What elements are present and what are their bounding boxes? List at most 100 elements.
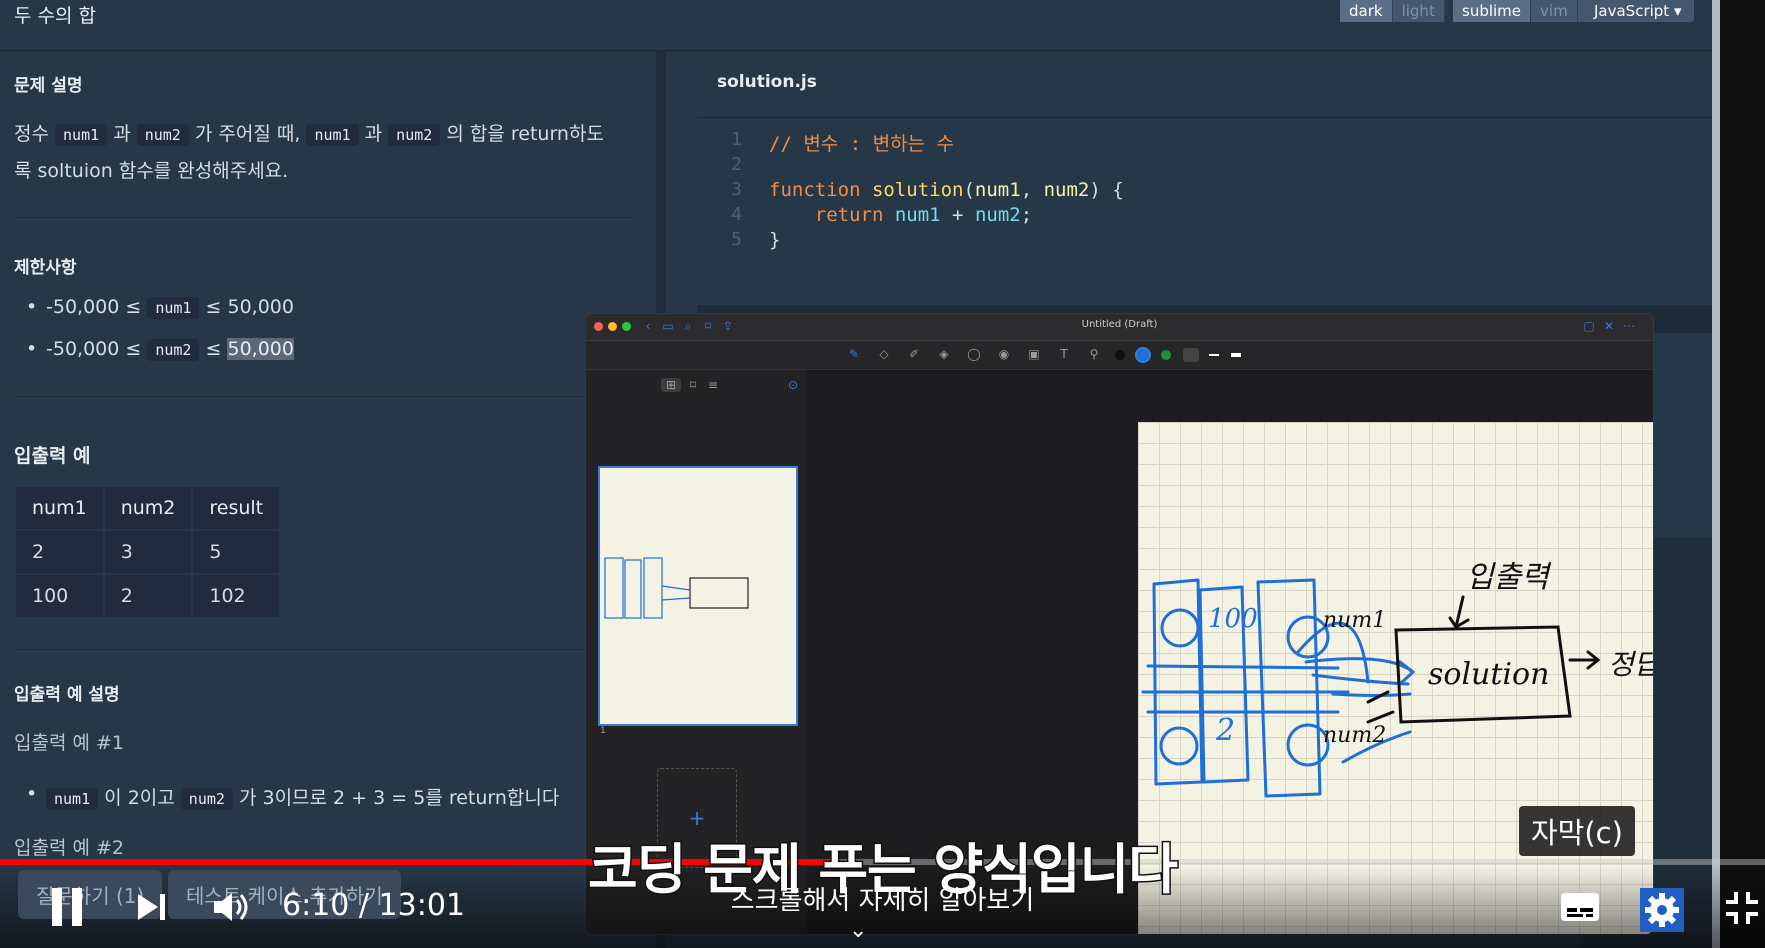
code-num1: num1 <box>306 124 359 146</box>
close-icon[interactable]: ✕ <box>1602 319 1616 333</box>
constraint-text: ≤ 50,000 <box>205 296 294 318</box>
constraint-item-2: • -50,000 ≤ num2 ≤ 50,000 <box>26 338 294 361</box>
language-select[interactable]: JavaScript ▾ <box>1582 0 1694 22</box>
constraints-heading: 제한사항 <box>14 258 77 278</box>
code-token: function <box>769 179 872 201</box>
scroll-hint[interactable]: 스크롤해서 자세히 알아보기 <box>0 880 1765 917</box>
constraint-text: -50,000 ≤ <box>46 338 142 360</box>
line-number: 5 <box>731 229 742 250</box>
code-num2: num2 <box>136 124 189 146</box>
code-line[interactable]: } <box>769 229 780 251</box>
io-table-header: num1 num2 result <box>14 485 282 531</box>
code-token: solution <box>871 179 964 201</box>
example-1-title: 입출력 예 #1 <box>14 732 125 754</box>
code-token: ; <box>1020 204 1033 226</box>
io-col-header: num2 <box>102 485 194 531</box>
stroke-thick-option[interactable] <box>1231 353 1241 357</box>
line-number: 2 <box>731 154 742 175</box>
code-num1: num1 <box>46 788 99 810</box>
file-name: solution.js <box>717 72 817 92</box>
color-black-swatch[interactable] <box>1115 350 1125 360</box>
code-num2: num2 <box>180 788 233 810</box>
top-bar: 두 수의 합 dark light sublime vim emacs Java… <box>0 0 1712 51</box>
problem-panel: 문제 설명 정수 num1 과 num2 가 주어질 때, num1 과 num… <box>0 51 650 948</box>
io-heading: 입출력 예 <box>14 445 91 467</box>
exit-fullscreen-icon[interactable] <box>1724 890 1760 930</box>
bookmark-icon[interactable]: ⌑ <box>686 378 700 392</box>
drawing-toolbar: ✎ ◇ ✐ ◈ ◯ ◉ ▣ T ⚲ <box>586 341 1653 370</box>
shapes-icon[interactable]: ◈ <box>937 347 951 361</box>
desc-text: 정수 <box>14 123 49 145</box>
desc-text: 과 <box>113 123 131 145</box>
subtitles-icon[interactable] <box>1560 892 1600 926</box>
io-explain-heading: 입출력 예 설명 <box>14 685 120 705</box>
code-line[interactable]: function solution(num1, num2) { <box>769 179 1124 201</box>
thumbnail-sketch <box>604 557 749 619</box>
code-token: ( <box>963 179 975 201</box>
color-blue-swatch[interactable] <box>1137 349 1149 361</box>
stroke-medium-option[interactable] <box>1209 354 1219 356</box>
lasso-icon[interactable]: ◯ <box>967 347 981 361</box>
line-number: 3 <box>731 179 742 200</box>
io-cell: 3 <box>102 529 194 575</box>
constraint-item-1: • -50,000 ≤ num1 ≤ 50,000 <box>26 296 294 319</box>
outline-icon[interactable]: ≡ <box>706 378 720 392</box>
theme-light-button[interactable]: light <box>1392 0 1445 22</box>
new-page-icon[interactable]: ▢ <box>1582 319 1596 333</box>
description-heading: 문제 설명 <box>14 76 83 96</box>
io-label: 입출력 <box>1466 560 1552 595</box>
eyedropper-icon[interactable]: ⚲ <box>1087 347 1101 361</box>
theme-dark-button[interactable]: dark <box>1340 0 1393 22</box>
bullet: • <box>26 783 38 805</box>
code-token: return <box>769 204 895 226</box>
io-col-header: num1 <box>14 485 105 531</box>
grid-view-icon[interactable]: ⊞ <box>661 378 681 392</box>
code-token: } <box>769 229 781 251</box>
value-100-label: 100 <box>1208 604 1258 634</box>
table-row: 100 2 102 <box>14 573 282 619</box>
io-cell: 100 <box>14 573 105 619</box>
captions-tooltip: 자막(c) <box>1519 806 1635 856</box>
player-side-bar <box>1720 0 1765 948</box>
options-icon[interactable]: ⊙ <box>786 378 800 392</box>
eraser-icon[interactable]: ◇ <box>877 347 891 361</box>
settings-icon[interactable] <box>1640 888 1684 936</box>
image-icon[interactable]: ▣ <box>1027 347 1041 361</box>
window-edge <box>1712 0 1720 948</box>
pen-icon[interactable]: ✎ <box>847 347 861 361</box>
desc-text: 과 <box>364 123 383 145</box>
bullet: • <box>26 338 38 360</box>
problem-title: 두 수의 합 <box>14 5 96 27</box>
document-title: Untitled (Draft) <box>1081 319 1158 330</box>
more-icon[interactable]: ⋯ <box>1622 319 1636 333</box>
divider <box>14 396 634 397</box>
code-token: num2 <box>1043 179 1090 201</box>
num2-label: num2 <box>1323 723 1386 748</box>
desc-text: 가 주어질 때, <box>194 123 301 145</box>
code-token: // 변수 : 변하는 수 <box>769 133 954 155</box>
color-green-swatch[interactable] <box>1161 350 1171 360</box>
io-col-header: result <box>191 485 282 531</box>
code-num1: num1 <box>147 297 200 319</box>
line-number: 1 <box>731 129 742 150</box>
theme-toggle[interactable]: dark light <box>1340 0 1445 22</box>
code-line[interactable]: return num1 + num2; <box>769 204 1032 226</box>
description-line-1: 정수 num1 과 num2 가 주어질 때, num1 과 num2 의 합을… <box>14 119 604 146</box>
value-2-label: 2 <box>1215 713 1235 748</box>
highlighter-icon[interactable]: ✐ <box>907 347 921 361</box>
selected-text: 50,000 <box>227 338 294 360</box>
chevron-down-icon[interactable]: ⌄ <box>849 918 867 943</box>
code-line[interactable]: // 변수 : 변하는 수 <box>769 129 954 156</box>
line-number: 4 <box>731 204 742 225</box>
file-tab-bar: solution.js <box>697 51 1713 118</box>
example-text: 가 3이므로 2 + 3 = 5를 return합니다 <box>238 787 560 809</box>
code-token: num1 <box>894 204 941 226</box>
desc-text: 의 합을 return하도 <box>446 123 604 145</box>
text-icon[interactable]: T <box>1057 347 1071 361</box>
laser-icon[interactable]: ◉ <box>997 347 1011 361</box>
answer-label: 정답 <box>1608 648 1654 681</box>
stroke-thin-option[interactable] <box>1183 348 1199 362</box>
mode-vim-button[interactable]: vim <box>1531 0 1578 22</box>
mode-sublime-button[interactable]: sublime <box>1453 0 1532 22</box>
page-thumbnail[interactable] <box>598 466 798 726</box>
